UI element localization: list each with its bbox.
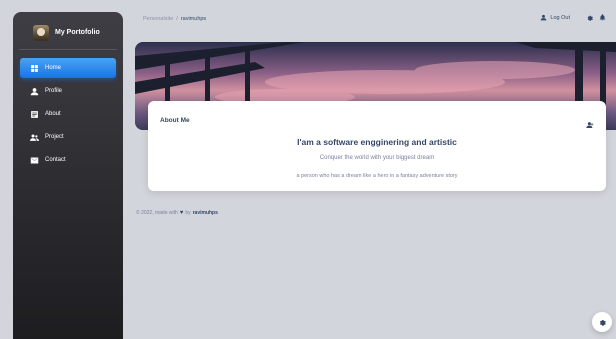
sidebar-item-about[interactable]: About: [20, 104, 116, 124]
card-user-button[interactable]: [586, 116, 594, 134]
person-add-icon: [586, 122, 594, 128]
mail-icon: [29, 155, 39, 165]
card-title: About Me: [160, 117, 190, 124]
top-actions: Log Out: [540, 14, 606, 21]
person-icon: [29, 86, 39, 96]
sidebar-item-label: Profile: [45, 88, 63, 94]
heart-icon: ♥: [179, 210, 184, 216]
sidebar: My Portofolio Home Profile About Project: [13, 12, 123, 339]
sidebar-item-label: Home: [45, 65, 62, 71]
sidebar-item-profile[interactable]: Profile: [20, 81, 116, 101]
article-icon: [29, 109, 39, 119]
logout-label: Log Out: [550, 14, 570, 21]
configurator-button[interactable]: [592, 312, 612, 332]
sidebar-item-label: Contact: [45, 157, 66, 163]
description: a person who has a dream like a hero in …: [296, 173, 458, 179]
brand[interactable]: My Portofolio: [19, 16, 117, 50]
breadcrumb: Personalsite / ravimuhps: [143, 16, 206, 22]
bell-icon: [599, 14, 606, 21]
sidebar-item-label: Project: [45, 134, 64, 140]
about-me-card: About Me I'am a software engginering and…: [148, 101, 606, 191]
gear-icon: [599, 320, 606, 326]
brand-title: My Portofolio: [55, 29, 100, 36]
sidebar-item-label: About: [45, 111, 61, 117]
subheadline: Conquer the world with your biggest drea…: [319, 155, 435, 161]
breadcrumb-current: ravimuhps: [180, 16, 207, 22]
logout-button[interactable]: Log Out: [540, 14, 570, 21]
breadcrumb-root[interactable]: Personalsite: [143, 16, 173, 22]
footer-prefix: © 2022, made with: [136, 210, 178, 216]
sidebar-nav: Home Profile About Project Contact: [13, 58, 123, 170]
settings-button[interactable]: [586, 14, 593, 21]
breadcrumb-separator: /: [176, 16, 178, 22]
home-icon: [29, 63, 39, 73]
sidebar-item-home[interactable]: Home: [20, 58, 116, 78]
headline: I'am a software engginering and artistic: [297, 137, 457, 147]
gear-icon: [587, 15, 593, 21]
person-icon: [541, 14, 547, 21]
sidebar-item-contact[interactable]: Contact: [20, 150, 116, 170]
group-icon: [29, 132, 39, 142]
notifications-button[interactable]: [599, 14, 606, 21]
footer-author-link[interactable]: ravimuhps: [193, 210, 218, 216]
footer: © 2022, made with ♥ by ravimuhps: [136, 210, 218, 216]
brand-logo: [33, 24, 49, 41]
sidebar-item-project[interactable]: Project: [20, 127, 116, 147]
footer-by: by: [185, 210, 191, 216]
